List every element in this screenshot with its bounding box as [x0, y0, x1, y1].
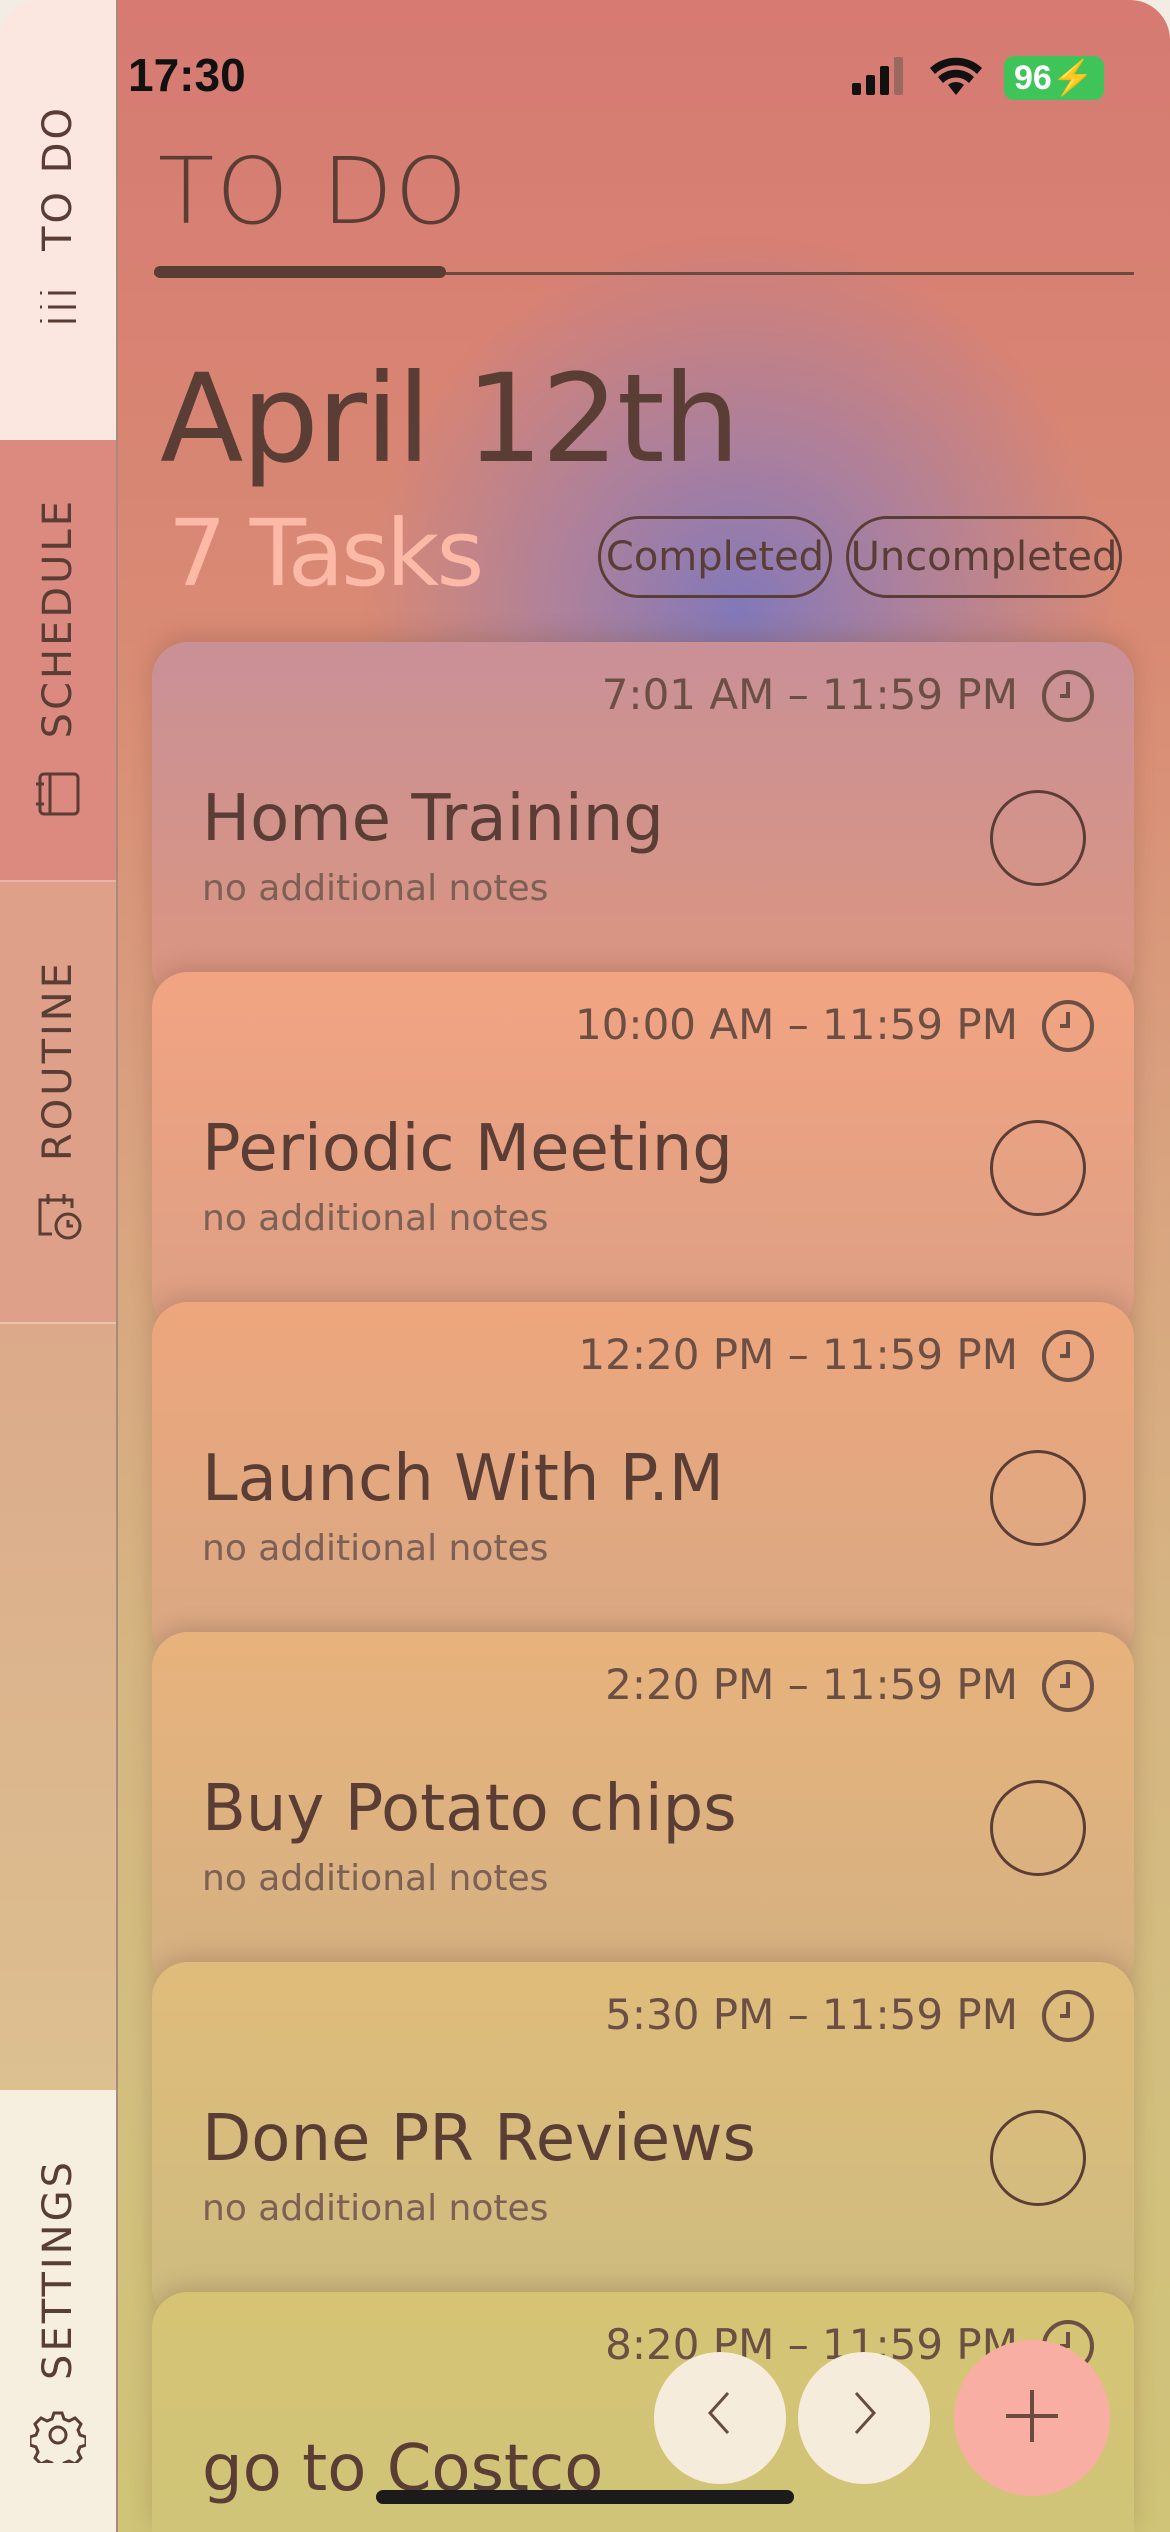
page-title: TO DO	[158, 138, 470, 245]
status-icons: 96⚡	[850, 56, 1105, 100]
chevron-right-icon	[846, 2386, 882, 2451]
task-notes: no additional notes	[202, 1858, 549, 1899]
next-day-button[interactable]	[798, 2352, 930, 2484]
task-notes: no additional notes	[202, 2188, 549, 2229]
task-time: 12:20 PM – 11:59 PM	[578, 1330, 1018, 1379]
clock-icon	[1040, 1658, 1096, 1714]
task-time: 10:00 AM – 11:59 PM	[574, 1000, 1018, 1049]
task-notes: no additional notes	[202, 1528, 549, 1569]
filter-completed-button[interactable]: Completed	[598, 516, 832, 598]
task-card[interactable]: 7:01 AM – 11:59 PM Home Training no addi…	[152, 642, 1134, 1002]
task-name: Launch With P.M	[202, 1442, 724, 1516]
task-count: 7 Tasks	[168, 500, 484, 607]
home-indicator	[376, 2490, 794, 2504]
task-card[interactable]: 12:20 PM – 11:59 PM Launch With P.M no a…	[152, 1302, 1134, 1662]
clock-icon	[1040, 1328, 1096, 1384]
plus-icon	[1002, 2386, 1062, 2450]
task-name: Periodic Meeting	[202, 1112, 733, 1186]
sidebar-tab-label: TO DO	[35, 105, 81, 251]
task-time: 7:01 AM – 11:59 PM	[601, 670, 1018, 719]
sidebar-tab-label: ROUTINE	[35, 959, 81, 1161]
clock-icon	[1040, 668, 1096, 724]
task-time: 5:30 PM – 11:59 PM	[605, 1990, 1018, 2039]
task-card[interactable]: 5:30 PM – 11:59 PM Done PR Reviews no ad…	[152, 1962, 1134, 2322]
sidebar-filler	[0, 1324, 116, 2090]
wifi-icon	[930, 57, 982, 99]
battery-icon: 96⚡	[1004, 56, 1105, 100]
sidebar-tab-routine[interactable]: ROUTINE	[0, 882, 116, 1324]
task-name: Done PR Reviews	[202, 2102, 756, 2176]
status-time: 17:30	[128, 49, 246, 101]
sidebar-tab-label: SETTINGS	[35, 2158, 81, 2380]
filter-uncompleted-button[interactable]: Uncompleted	[846, 516, 1122, 598]
task-checkbox[interactable]	[990, 1450, 1086, 1546]
add-task-button[interactable]	[954, 2340, 1110, 2496]
task-notes: no additional notes	[202, 868, 549, 909]
notebook-icon	[30, 766, 86, 822]
calendar-clock-icon	[30, 1188, 86, 1244]
task-checkbox[interactable]	[990, 2110, 1086, 2206]
title-underline	[154, 266, 446, 278]
task-name: Buy Potato chips	[202, 1772, 737, 1846]
task-notes: no additional notes	[202, 1198, 549, 1239]
list-icon	[30, 279, 86, 335]
chevron-left-icon	[702, 2386, 738, 2451]
sidebar-tab-todo[interactable]: TO DO	[0, 0, 116, 440]
sidebar: TO DO SCHEDULE ROUTINE SETTINGS	[0, 0, 116, 2532]
task-time: 2:20 PM – 11:59 PM	[605, 1660, 1018, 1709]
sidebar-tab-settings[interactable]: SETTINGS	[0, 2090, 116, 2532]
task-checkbox[interactable]	[990, 1780, 1086, 1876]
task-name: Home Training	[202, 782, 664, 856]
clock-icon	[1040, 1988, 1096, 2044]
task-time: 8:20 PM – 11:59 PM	[605, 2320, 1018, 2369]
task-checkbox[interactable]	[990, 1120, 1086, 1216]
sidebar-tab-label: SCHEDULE	[35, 497, 81, 739]
clock-icon	[1040, 998, 1096, 1054]
battery-level: 96	[1014, 59, 1052, 97]
gear-icon	[30, 2407, 86, 2464]
signal-icon	[850, 57, 908, 99]
task-checkbox[interactable]	[990, 790, 1086, 886]
sidebar-tab-schedule[interactable]: SCHEDULE	[0, 440, 116, 882]
previous-day-button[interactable]	[654, 2352, 786, 2484]
task-card[interactable]: 2:20 PM – 11:59 PM Buy Potato chips no a…	[152, 1632, 1134, 1992]
date-heading: April 12th	[160, 348, 740, 490]
task-card[interactable]: 10:00 AM – 11:59 PM Periodic Meeting no …	[152, 972, 1134, 1332]
